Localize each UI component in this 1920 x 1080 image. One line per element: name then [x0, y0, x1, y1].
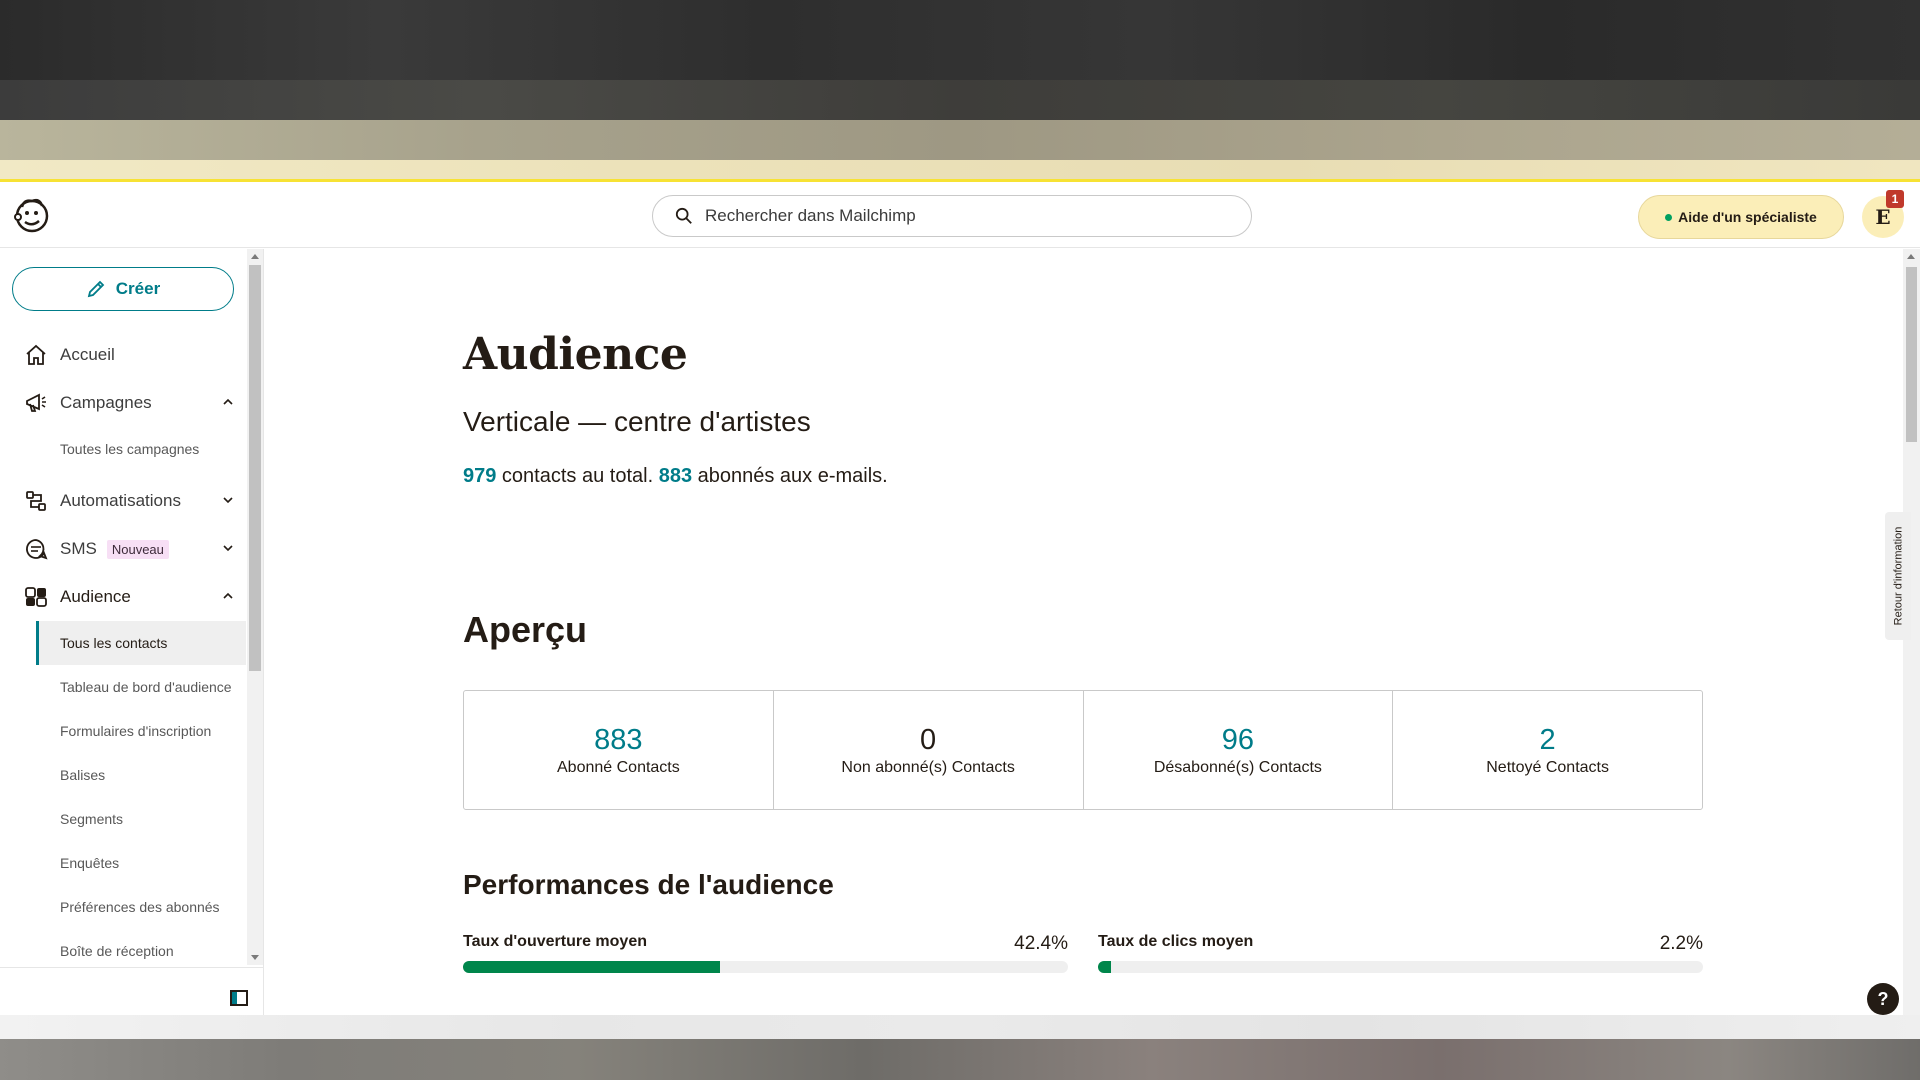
stat-subscribed[interactable]: 883 Abonné Contacts [464, 691, 774, 809]
stat-label: Nettoyé Contacts [1486, 758, 1609, 776]
browser-chrome [0, 0, 1920, 120]
sidebar-item-label: Campagnes [60, 393, 152, 412]
stat-non-subscribed: 0 Non abonné(s) Contacts [774, 691, 1084, 809]
sidebar-item-label: Toutes les campagnes [60, 441, 200, 457]
sidebar-item-label: Audience [60, 587, 131, 606]
sidebar-item-label: Formulaires d'inscription [60, 723, 212, 739]
sidebar-item-label: SMS [60, 539, 97, 558]
chevron-up-icon[interactable] [222, 396, 234, 408]
megaphone-icon [26, 393, 46, 412]
feedback-tab[interactable]: Retour d'information [1885, 512, 1911, 640]
scroll-up-arrow-icon[interactable] [251, 254, 259, 259]
new-badge: Nouveau [106, 539, 169, 559]
audience-name: Verticale — centre d'artistes [463, 406, 811, 437]
total-contacts-text: contacts au total. [496, 465, 659, 487]
sidebar-nav: Accueil Campagnes Toutes les campagnes A… [0, 331, 246, 965]
sidebar-item-label: Accueil [60, 345, 115, 364]
metric-value: 42.4% [1014, 933, 1068, 954]
stat-label: Non abonné(s) Contacts [841, 758, 1015, 776]
sidebar-item-label: Boîte de réception [60, 943, 174, 959]
app-header: Aide d'un spécialiste E 1 [0, 182, 1920, 248]
sidebar: Créer Accueil Campagnes Toutes les campa… [0, 249, 264, 1015]
click-rate-bar [1098, 961, 1703, 973]
sidebar-item-label: Balises [60, 767, 106, 783]
sidebar-item-automatisations[interactable]: Automatisations [0, 477, 246, 525]
scroll-up-arrow-icon[interactable] [1907, 254, 1915, 259]
home-icon [26, 344, 46, 365]
stat-label: Désabonné(s) Contacts [1153, 758, 1322, 776]
create-button[interactable]: Créer [12, 267, 234, 311]
email-subscribers-count[interactable]: 883 [659, 465, 692, 487]
stat-value: 96 [1221, 723, 1254, 756]
search-icon [675, 207, 692, 224]
sidebar-scrollbar-thumb[interactable] [249, 265, 261, 671]
audience-icon [25, 587, 47, 607]
scroll-down-arrow-icon[interactable] [251, 955, 259, 960]
metric-label: Taux d'ouverture moyen [463, 933, 647, 950]
sidebar-item-label: Préférences des abonnés [60, 899, 220, 915]
sidebar-item-balises[interactable]: Balises [0, 753, 246, 797]
sidebar-item-label: Enquêtes [60, 855, 120, 871]
sidebar-item-enquetes[interactable]: Enquêtes [0, 841, 246, 885]
top-banner [0, 120, 1920, 182]
sidebar-item-audience[interactable]: Audience [0, 573, 246, 621]
sidebar-item-sms[interactable]: SMS Nouveau [0, 525, 246, 573]
collapse-sidebar-icon[interactable] [230, 990, 248, 1006]
stat-value: 2 [1539, 723, 1556, 756]
chevron-down-icon[interactable] [222, 542, 234, 554]
sidebar-item-label: Tous les contacts [60, 635, 168, 651]
help-icon[interactable]: ? [1867, 983, 1899, 1015]
mailchimp-logo-icon[interactable] [12, 195, 52, 235]
sidebar-item-toutes-les-campagnes[interactable]: Toutes les campagnes [0, 427, 246, 471]
sidebar-item-label: Automatisations [60, 491, 181, 510]
sidebar-divider [0, 967, 264, 968]
online-status-dot [1665, 213, 1673, 221]
sidebar-item-tableau-de-bord[interactable]: Tableau de bord d'audience [0, 665, 246, 709]
pencil-icon [87, 280, 105, 298]
sidebar-item-label: Tableau de bord d'audience [60, 679, 232, 695]
search-input[interactable] [705, 206, 1205, 226]
chevron-up-icon[interactable] [222, 590, 234, 602]
open-rate-bar [463, 961, 1068, 973]
sidebar-item-label: Segments [60, 811, 124, 827]
total-contacts-count[interactable]: 979 [463, 465, 496, 487]
stat-cleaned[interactable]: 2 Nettoyé Contacts [1393, 691, 1702, 809]
sidebar-scroll-area: Créer Accueil Campagnes Toutes les campa… [0, 249, 246, 965]
taskbar [0, 1039, 1920, 1080]
performance-title: Performances de l'audience [463, 869, 834, 900]
bottom-strip [0, 1015, 1920, 1039]
sidebar-item-campagnes[interactable]: Campagnes [0, 379, 246, 427]
contact-totals: 979 contacts au total. 883 abonnés aux e… [463, 465, 888, 488]
sidebar-item-boite-de-reception[interactable]: Boîte de réception [0, 929, 246, 965]
stat-label: Abonné Contacts [557, 758, 680, 776]
page-title: Audience [463, 329, 688, 380]
specialist-help-button[interactable]: Aide d'un spécialiste [1638, 195, 1844, 239]
main-scrollbar-thumb[interactable] [1906, 267, 1917, 442]
click-rate-fill [1098, 961, 1112, 973]
create-label: Créer [115, 279, 161, 298]
email-subscribers-text: abonnés aux e-mails. [692, 465, 888, 487]
sms-icon [26, 539, 48, 560]
search-bar[interactable] [652, 195, 1252, 237]
feedback-label: Retour d'information [1892, 526, 1904, 626]
metric-label: Taux de clics moyen [1098, 933, 1254, 950]
main-content: Audience Verticale — centre d'artistes 9… [265, 249, 1903, 1015]
overview-title: Aperçu [463, 609, 588, 650]
sidebar-scrollbar[interactable] [247, 249, 263, 965]
automation-icon [26, 491, 46, 511]
overview-stats: 883 Abonné Contacts 0 Non abonné(s) Cont… [463, 690, 1703, 810]
specialist-help-label: Aide d'un spécialiste [1678, 209, 1817, 225]
stat-unsubscribed[interactable]: 96 Désabonné(s) Contacts [1084, 691, 1394, 809]
sidebar-item-segments[interactable]: Segments [0, 797, 246, 841]
metric-value: 2.2% [1659, 933, 1703, 954]
chevron-down-icon[interactable] [222, 494, 234, 506]
stat-value: 0 [920, 723, 937, 756]
sidebar-item-formulaires[interactable]: Formulaires d'inscription [0, 709, 246, 753]
sidebar-item-accueil[interactable]: Accueil [0, 331, 246, 379]
sidebar-item-tous-les-contacts[interactable]: Tous les contacts [36, 621, 246, 665]
notification-badge: 1 [1886, 190, 1904, 208]
stat-value: 883 [594, 723, 643, 756]
open-rate-fill [463, 961, 720, 973]
sidebar-item-preferences[interactable]: Préférences des abonnés [0, 885, 246, 929]
